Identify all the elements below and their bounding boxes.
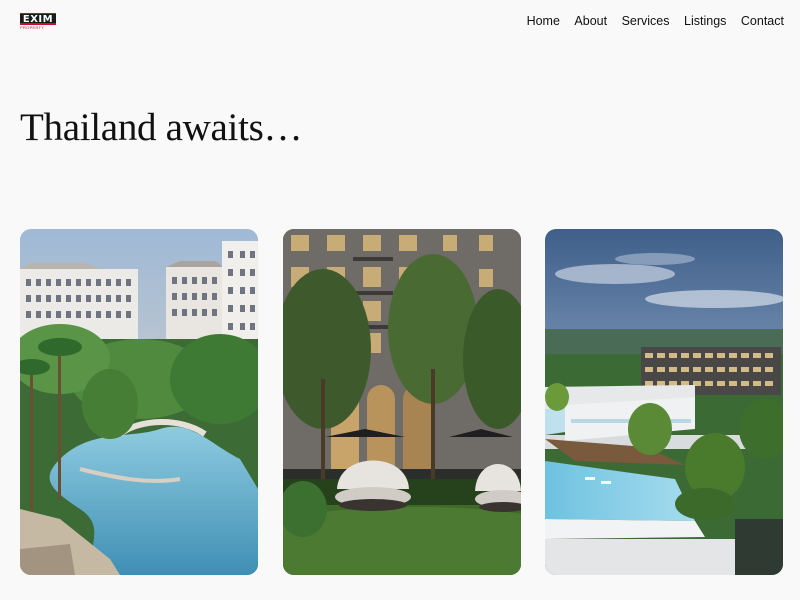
nav-about[interactable]: About (574, 14, 607, 28)
property-card-pool-resort[interactable] (20, 229, 258, 575)
property-card-rooftop-pool[interactable] (545, 229, 783, 575)
brand-logo[interactable]: EXIM PROPERTY (20, 13, 56, 30)
nav-home[interactable]: Home (527, 14, 560, 28)
rooftop-pool-image (545, 229, 783, 575)
nav-listings[interactable]: Listings (684, 14, 726, 28)
property-card-courtyard[interactable] (283, 229, 521, 575)
nav-contact[interactable]: Contact (741, 14, 784, 28)
pool-resort-image (20, 229, 258, 575)
courtyard-image (283, 229, 521, 575)
site-header: EXIM PROPERTY Home About Services Listin… (0, 0, 800, 44)
property-gallery (20, 229, 784, 575)
logo-wordmark: EXIM (20, 13, 56, 25)
nav-services[interactable]: Services (622, 14, 670, 28)
page-title: Thailand awaits… (20, 106, 303, 149)
main-nav: Home About Services Listings Contact (512, 14, 784, 28)
